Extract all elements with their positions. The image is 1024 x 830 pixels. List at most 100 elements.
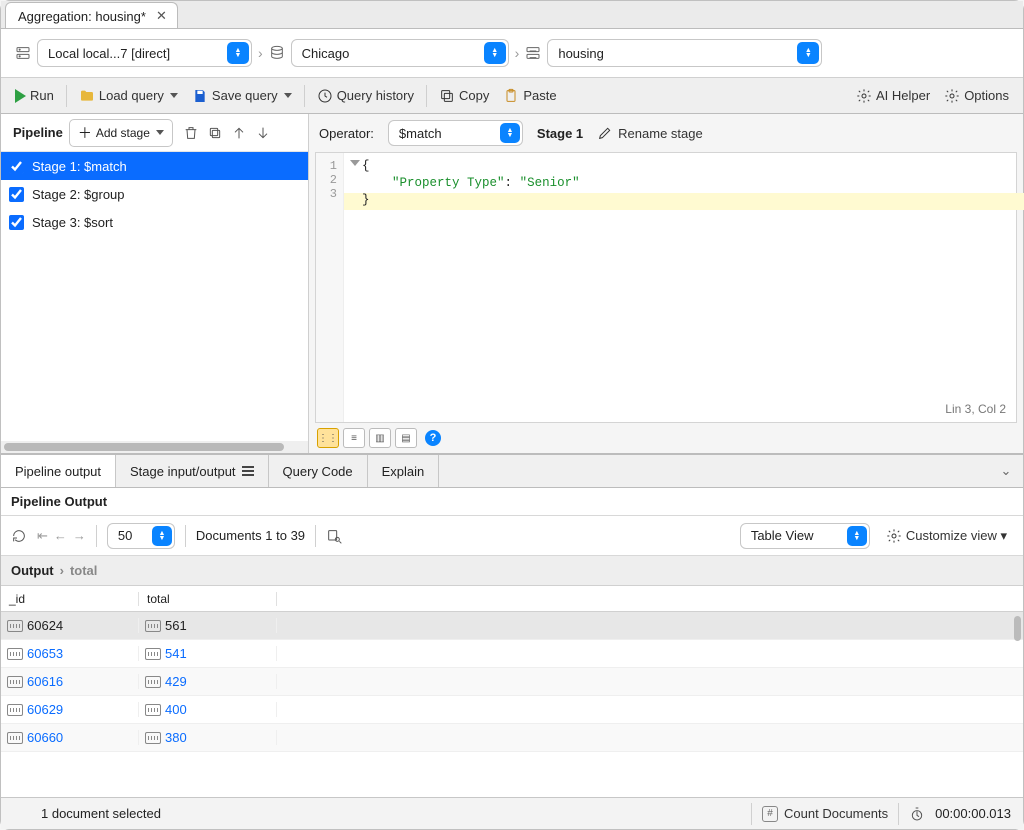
chevron-down-icon [284,93,292,98]
add-stage-button[interactable]: ＋ Add stage [69,119,173,147]
horizontal-scrollbar[interactable] [1,441,308,453]
tab-stage-io-label: Stage input/output [130,464,236,479]
load-query-label: Load query [99,88,164,103]
collection-select[interactable]: housing ▲▼ [547,39,822,67]
output-tabs: Pipeline output Stage input/output Query… [1,454,1023,488]
tab-explain[interactable]: Explain [368,455,440,487]
rename-stage-label: Rename stage [618,126,703,141]
ai-helper-label: AI Helper [876,88,930,103]
tab-close-icon[interactable]: ✕ [156,8,167,24]
connection-select-value: Local local...7 [direct] [48,46,170,61]
find-in-results-button[interactable] [326,528,342,544]
collapse-output-button[interactable]: ⌄ [989,455,1023,487]
record-icon [145,620,161,632]
query-history-button[interactable]: Query history [311,85,420,107]
duplicate-stage-button[interactable] [205,123,225,143]
page-size-value: 50 [118,528,132,543]
operator-select[interactable]: $match ▲▼ [388,120,523,146]
dropdown-caret-icon: ▲▼ [152,526,172,546]
cell-total: 541 [165,646,187,661]
pipeline-stage[interactable]: Stage 2: $group [1,180,308,208]
tab-stage-io[interactable]: Stage input/output [116,455,269,487]
table-row[interactable]: 60629400 [1,696,1023,724]
rename-stage-button[interactable]: Rename stage [597,125,703,141]
separator [96,525,97,547]
record-icon [7,732,23,744]
stage-list[interactable]: Stage 1: $matchStage 2: $groupStage 3: $… [1,152,308,441]
trash-icon [183,125,199,141]
line-gutter: 123 [316,153,344,422]
options-button[interactable]: Options [938,85,1015,107]
table-row[interactable]: 60624561 [1,612,1023,640]
output-table: _id total 606245616065354160616429606294… [1,586,1023,797]
output-header: Pipeline Output [1,488,1023,516]
separator [315,525,316,547]
server-icon [15,45,31,61]
gear-icon [886,528,902,544]
collection-select-value: housing [558,46,604,61]
first-page-button[interactable]: ⇤ [37,528,48,544]
separator [751,803,752,825]
copy-button[interactable]: Copy [433,85,495,107]
table-row[interactable]: 60660380 [1,724,1023,752]
load-query-button[interactable]: Load query [73,85,184,107]
record-icon [145,676,161,688]
customize-view-button[interactable]: Customize view ▾ [880,525,1013,547]
tab-pipeline-output[interactable]: Pipeline output [1,455,116,487]
delete-stage-button[interactable] [181,123,201,143]
elapsed-time: 00:00:00.013 [935,806,1011,821]
cell-id: 60624 [27,618,63,633]
paste-button[interactable]: Paste [497,85,562,107]
column-total[interactable]: total [139,592,277,606]
table-row[interactable]: 60653541 [1,640,1023,668]
stage-enabled-checkbox[interactable] [9,215,24,230]
column-id[interactable]: _id [1,592,139,606]
collection-icon [525,45,541,61]
page-size-select[interactable]: 50 ▲▼ [107,523,175,549]
code-body[interactable]: { "Property Type": "Senior"} [344,153,1016,422]
tab-aggregation[interactable]: Aggregation: housing* ✕ [5,2,178,28]
next-page-button[interactable]: → [73,528,86,544]
separator [426,85,427,107]
refresh-button[interactable] [11,528,27,544]
output-breadcrumb: Output › total [1,556,1023,586]
record-icon [7,620,23,632]
code-editor[interactable]: 123 { "Property Type": "Senior"} Lin 3, … [315,152,1017,423]
cell-total: 429 [165,674,187,689]
separator [898,803,899,825]
separator [66,85,67,107]
editor-panel: Operator: $match ▲▼ Stage 1 Rename stage… [309,114,1023,453]
view-mode-2-button[interactable]: ≡ [343,428,365,448]
count-documents-button[interactable]: # Count Documents [762,806,888,822]
move-down-button[interactable] [253,123,273,143]
table-body[interactable]: 6062456160653541606164296062940060660380 [1,612,1023,797]
vertical-scrollbar[interactable] [1014,616,1021,641]
stage-enabled-checkbox[interactable] [9,187,24,202]
run-button[interactable]: Run [9,85,60,106]
dropdown-caret-icon: ▲▼ [227,42,249,64]
dropdown-caret-icon: ▲▼ [484,42,506,64]
pipeline-stage[interactable]: Stage 1: $match [1,152,308,180]
table-row[interactable]: 60616429 [1,668,1023,696]
move-up-button[interactable] [229,123,249,143]
fold-arrow-icon[interactable] [350,160,360,166]
view-mode-4-button[interactable]: ▤ [395,428,417,448]
view-mode-3-button[interactable]: ▥ [369,428,391,448]
copy-icon [207,125,223,141]
pencil-icon [597,125,613,141]
database-select[interactable]: Chicago ▲▼ [291,39,509,67]
view-mode-1-button[interactable]: ⋮⋮ [317,428,339,448]
ai-helper-button[interactable]: AI Helper [850,85,936,107]
record-icon [145,648,161,660]
save-query-button[interactable]: Save query [186,85,298,107]
help-icon[interactable]: ? [425,430,441,446]
stage-enabled-checkbox[interactable] [9,159,24,174]
pipeline-stage[interactable]: Stage 3: $sort [1,208,308,236]
prev-page-button[interactable]: ← [54,528,67,544]
record-icon [145,732,161,744]
tab-query-code[interactable]: Query Code [269,455,368,487]
chevron-right-icon: › [60,563,64,578]
view-type-select[interactable]: Table View ▲▼ [740,523,870,549]
connection-select[interactable]: Local local...7 [direct] ▲▼ [37,39,252,67]
arrow-down-icon [255,125,271,141]
